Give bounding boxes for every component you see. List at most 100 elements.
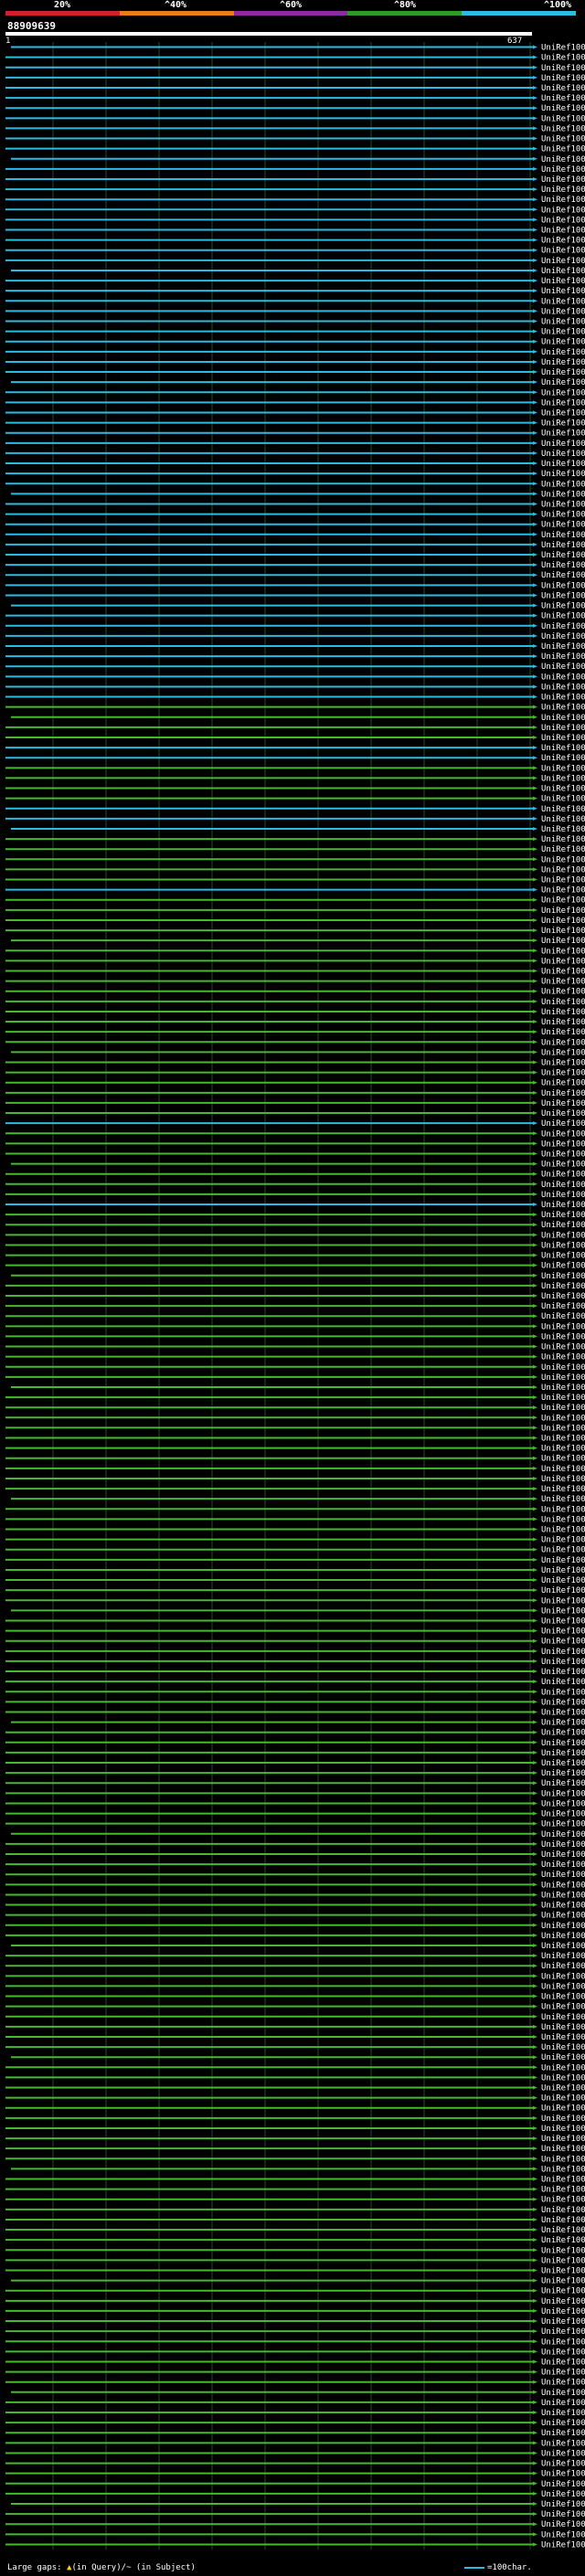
hit-label[interactable]: UniRef100_B6QZN4 xyxy=(541,2043,585,2052)
hit-label[interactable]: UniRef100_B8MGF7 xyxy=(541,1972,585,1981)
hit-label[interactable]: UniRef100_A2QE73 xyxy=(541,1079,585,1088)
hit-label[interactable]: UniRef100_B6BK70 xyxy=(541,1262,585,1271)
hit-label[interactable]: UniRef100_B3NR31 xyxy=(541,1810,585,1819)
hit-label[interactable]: UniRef100_B6AWS0 xyxy=(541,1902,585,1911)
hit-label[interactable]: UniRef100_B4M7N0 xyxy=(541,1109,585,1118)
hit-label[interactable]: UniRef100_UPI000.. xyxy=(541,1688,585,1697)
hit-label[interactable]: UniRef100_B4LSX8 xyxy=(541,1038,585,1047)
hit-label[interactable]: UniRef100_B9KJ91 xyxy=(541,1708,585,1717)
hit-label[interactable]: UniRef100_B4PYU5 xyxy=(541,957,585,966)
hit-label[interactable]: UniRef100_A8IAV3 xyxy=(541,1018,585,1027)
hit-label[interactable]: UniRef100_C5DER4 xyxy=(541,2266,585,2275)
hit-label[interactable]: UniRef100_A5E5E3 xyxy=(541,1241,585,1250)
hit-label[interactable]: UniRef100_A6G9U1 xyxy=(541,988,585,997)
hit-label[interactable]: UniRef100_UPI000.. xyxy=(541,2176,585,2185)
hit-label[interactable]: UniRef100_Q5AHA2 xyxy=(541,591,585,600)
hit-label[interactable]: UniRef100_B8A0E6 xyxy=(541,155,585,164)
hit-label[interactable]: UniRef100_Q1T214 xyxy=(541,297,585,306)
hit-label[interactable]: UniRef100_Q7CX79 xyxy=(541,1891,585,1900)
hit-label[interactable]: UniRef100_Q4RUM5 xyxy=(541,450,585,459)
hit-label[interactable]: UniRef100_C5IWV1 xyxy=(541,328,585,337)
hit-label[interactable]: UniRef100_Q5FFV6 xyxy=(541,2246,585,2255)
hit-label[interactable]: UniRef100_B3PF27 xyxy=(541,1606,585,1616)
hit-label[interactable]: UniRef100_A4EQU5 xyxy=(541,1058,585,1067)
hit-label[interactable]: UniRef100_Q5HX37 xyxy=(541,1322,585,1331)
hit-label[interactable]: UniRef100_Q94552 xyxy=(541,886,585,896)
hit-label[interactable]: UniRef100_Q1GSN1 xyxy=(541,1648,585,1657)
hit-label[interactable]: UniRef100_UPI000.. xyxy=(541,216,585,225)
hit-label[interactable]: UniRef100_C6XHE0 xyxy=(541,1536,585,1545)
hit-label[interactable]: UniRef100_A8UL76 xyxy=(541,2389,585,2398)
hit-label[interactable]: UniRef100_B6QZ03 xyxy=(541,1546,585,1555)
hit-label[interactable]: UniRef100_B4R574 xyxy=(541,1404,585,1413)
hit-label[interactable]: UniRef100_Q0FHI5 xyxy=(541,2013,585,2022)
hit-label[interactable]: UniRef100_B4NPC7 xyxy=(541,825,585,834)
hit-label[interactable]: UniRef100_A6V9T7 xyxy=(541,2165,585,2174)
hit-label[interactable]: UniRef100_C0XH39 xyxy=(541,1627,585,1637)
hit-label[interactable]: UniRef100_A4EKX0 xyxy=(541,1292,585,1301)
hit-label[interactable]: UniRef100_A3UE89 xyxy=(541,1363,585,1373)
hit-label[interactable]: UniRef100_C3EQK2 xyxy=(541,2530,585,2539)
hit-label[interactable]: UniRef100_D0XLE1 xyxy=(541,1932,585,1941)
hit-label[interactable]: UniRef100_UPI000.. xyxy=(541,338,585,347)
hit-label[interactable]: UniRef100_C7MHR2 xyxy=(541,2429,585,2438)
hit-label[interactable]: UniRef100_UPI000.. xyxy=(541,1515,585,1524)
hit-label[interactable]: UniRef100_C6ZIB7 xyxy=(541,642,585,652)
hit-label[interactable]: UniRef100_A6FL17 xyxy=(541,1556,585,1565)
hit-label[interactable]: UniRef100_UPI000.. xyxy=(541,673,585,682)
hit-label[interactable]: UniRef100_B4I000 xyxy=(541,2307,585,2316)
hit-label[interactable]: UniRef100_B6AQV1 xyxy=(541,1638,585,1647)
hit-label[interactable]: UniRef100_UPI000.. xyxy=(541,257,585,266)
hit-label[interactable]: UniRef100_A6QZP7 xyxy=(541,1099,585,1108)
hit-label[interactable]: UniRef100_A1CN85 xyxy=(541,2053,585,2062)
hit-label[interactable]: UniRef100_A6QLE7 xyxy=(541,1282,585,1291)
hit-label[interactable]: UniRef100_C0ZGB3 xyxy=(541,1465,585,1474)
hit-label[interactable]: UniRef100_Q16ZL0 xyxy=(541,1678,585,1687)
hit-label[interactable]: UniRef100_UPI000.. xyxy=(541,398,585,408)
hit-label[interactable]: UniRef100_Q2Y7P9 xyxy=(541,1962,585,1971)
hit-label[interactable]: UniRef100_Q3UIA9 xyxy=(541,419,585,429)
hit-label[interactable]: UniRef100_A8LRN9 xyxy=(541,2104,585,2114)
hit-label[interactable]: UniRef100_B9G8D7 xyxy=(541,44,585,53)
hit-label[interactable]: UniRef100_B9UW54 xyxy=(541,704,585,713)
hit-label[interactable]: UniRef100_UPI000.. xyxy=(541,84,585,93)
hit-label[interactable]: UniRef100_A5DDJ0 xyxy=(541,652,585,662)
hit-label[interactable]: UniRef100_C6X0L7 xyxy=(541,1191,585,1200)
hit-label[interactable]: UniRef100_P10173 xyxy=(541,378,585,387)
hit-label[interactable]: UniRef100_B9ML02 xyxy=(541,876,585,885)
hit-label[interactable]: UniRef100_Q6F7A6 xyxy=(541,1383,585,1393)
hit-label[interactable]: UniRef100_A6NIT4 xyxy=(541,1201,585,1210)
hit-label[interactable]: UniRef100_B6BCZ5 xyxy=(541,1332,585,1341)
hit-label[interactable]: UniRef100_C3Y076 xyxy=(541,247,585,256)
hit-label[interactable]: UniRef100_B4KPI3 xyxy=(541,2358,585,2367)
hit-label[interactable]: UniRef100_B9DFR5 xyxy=(541,165,585,175)
hit-label[interactable]: UniRef100_B9DFH4 xyxy=(541,114,585,123)
hit-label[interactable]: UniRef100_A7EIV0 xyxy=(541,1993,585,2002)
hit-label[interactable]: UniRef100_Q73H34 xyxy=(541,1211,585,1220)
hit-label[interactable]: UniRef100_B4JMZ2 xyxy=(541,2460,585,2469)
hit-label[interactable]: UniRef100_C4R559 xyxy=(541,1302,585,1311)
hit-label[interactable]: UniRef100_Q5HAP6 xyxy=(541,2236,585,2245)
hit-label[interactable]: UniRef100_A2QV97 xyxy=(541,2003,585,2012)
hit-label[interactable]: UniRef100_UPI000.. xyxy=(541,277,585,286)
hit-label[interactable]: UniRef100_B6AXR0 xyxy=(541,1435,585,1444)
hit-label[interactable]: UniRef100_UPI000.. xyxy=(541,774,585,783)
hit-label[interactable]: UniRef100_B5J8L1 xyxy=(541,1343,585,1352)
hit-label[interactable]: UniRef100_Q6CSH7 xyxy=(541,2399,585,2408)
hit-label[interactable]: UniRef100_UPI000.. xyxy=(541,622,585,631)
hit-label[interactable]: UniRef100_A6FRJ7 xyxy=(541,1445,585,1454)
hit-label[interactable]: UniRef100_D0D3C5 xyxy=(541,795,585,804)
hit-label[interactable]: UniRef100_Q04E86 xyxy=(541,2206,585,2215)
hit-label[interactable]: UniRef100_A3DMH6 xyxy=(541,1952,585,1961)
hit-label[interactable]: UniRef100_A7Q0H2 xyxy=(541,104,585,113)
hit-label[interactable]: UniRef100_UPI000.. xyxy=(541,2348,585,2357)
hit-label[interactable]: UniRef100_Q9WIX6 xyxy=(541,968,585,977)
hit-label[interactable]: UniRef100_C5GAL1 xyxy=(541,2063,585,2072)
hit-label[interactable]: UniRef100_C4Y576 xyxy=(541,1140,585,1149)
hit-label[interactable]: UniRef100_C1ZIS7 xyxy=(541,1729,585,1738)
hit-label[interactable]: UniRef100_A9CGB5 xyxy=(541,1586,585,1595)
hit-label[interactable]: UniRef100_Q1NFT3 xyxy=(541,1231,585,1240)
hit-label[interactable]: UniRef100_Q04W25 xyxy=(541,1830,585,1839)
hit-label[interactable]: UniRef100_Q6BMH8 xyxy=(541,541,585,550)
hit-label[interactable]: UniRef100_Q7U2A1 xyxy=(541,2287,585,2296)
